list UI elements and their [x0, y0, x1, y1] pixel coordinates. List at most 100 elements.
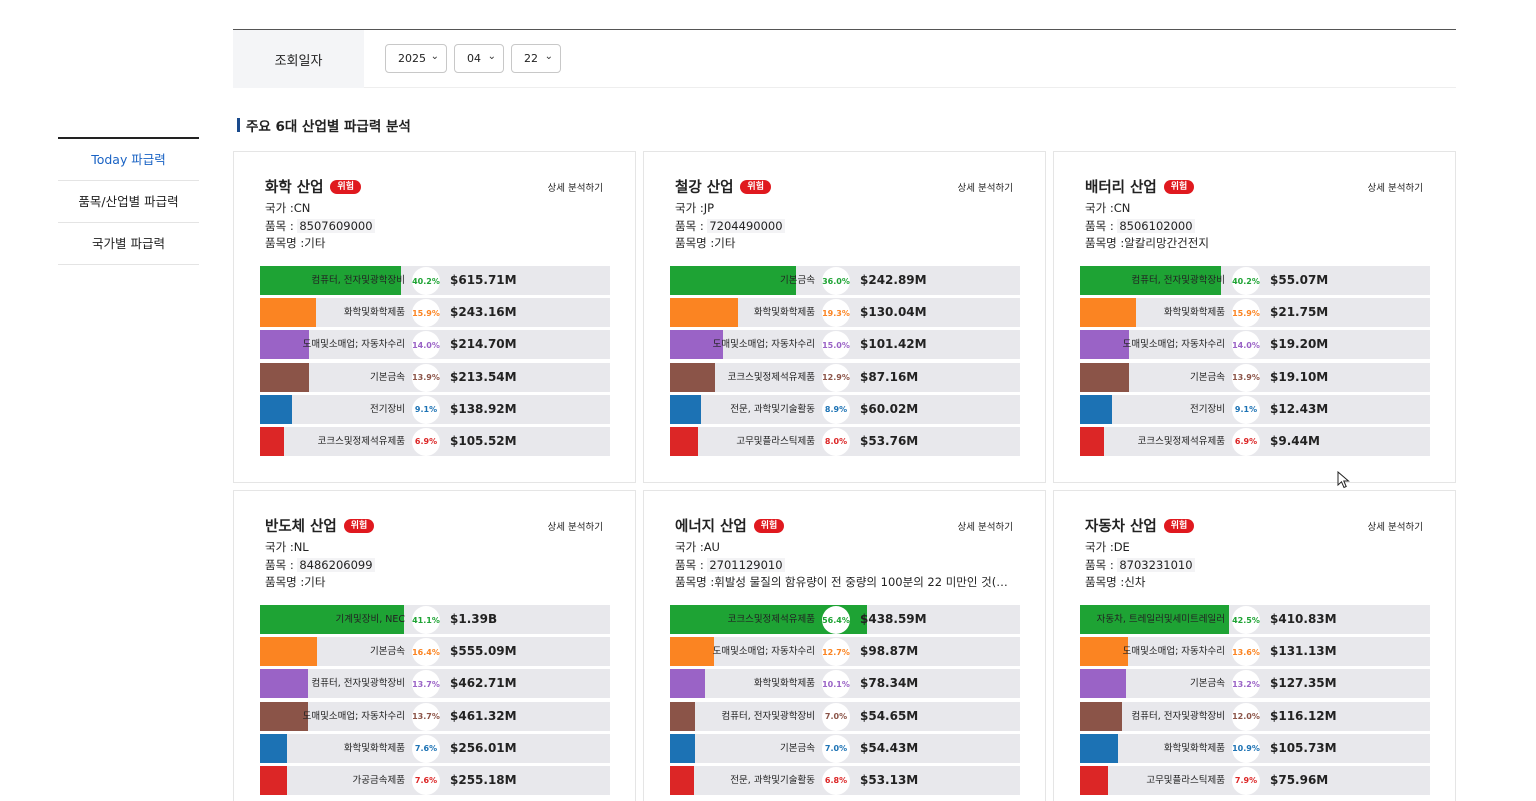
- impact-industry-label: 컴퓨터, 전자및광학장비: [1131, 275, 1225, 286]
- impact-industry-label: 컴퓨터, 전자및광학장비: [721, 710, 815, 722]
- impact-share-percent: 41.1%: [412, 606, 440, 634]
- sidebar-item-country[interactable]: 국가별 파급력: [58, 223, 199, 265]
- impact-industry-label: 기본금속: [1190, 371, 1225, 383]
- impact-value: $75.96M: [1270, 772, 1329, 787]
- impact-share-percent: 7.9%: [1232, 766, 1260, 795]
- industry-impact-row: 컴퓨터, 전자및광학장비 40.2% $615.71M: [260, 266, 610, 295]
- impact-share-percent: 12.9%: [822, 363, 850, 392]
- impact-share-bar: [670, 637, 715, 667]
- industry-impact-row: 고무및플라스틱제품 8.0% $53.76M: [670, 426, 1020, 456]
- industry-card: 반도체 산업 위험 상세 분석하기 국가 :NL 품목 : 8486206099…: [233, 490, 636, 801]
- detail-analysis-link[interactable]: 상세 분석하기: [958, 519, 1013, 533]
- detail-analysis-link[interactable]: 상세 분석하기: [548, 180, 603, 194]
- risk-badge: 위험: [740, 179, 771, 194]
- country-text: 국가 :CN: [265, 201, 311, 215]
- impact-industry-label: 기본금속: [370, 371, 405, 383]
- industry-impact-row: 화학및화학제품 15.9% $21.75M: [1080, 298, 1430, 328]
- detail-analysis-link[interactable]: 상세 분석하기: [958, 180, 1013, 194]
- industry-impact-row: 컴퓨터, 전자및광학장비 7.0% $54.65M: [670, 701, 1020, 731]
- item-code-label: 품목 :: [1085, 218, 1114, 233]
- impact-share-bar: [1080, 701, 1122, 731]
- industry-impact-row: 코크스및정제석유제품 56.4% $438.59M: [670, 605, 1020, 634]
- impact-share-bar: [260, 362, 309, 392]
- impact-value: $87.16M: [860, 369, 919, 384]
- impact-share-bar: [260, 394, 292, 424]
- impact-share-bar: [1080, 733, 1119, 763]
- industry-card: 배터리 산업 위험 상세 분석하기 국가 :CN 품목 : 8506102000…: [1053, 151, 1456, 483]
- impact-value: $555.09M: [450, 644, 517, 659]
- impact-value: $53.76M: [860, 433, 919, 448]
- industry-impact-row: 기계및장비, NEC 41.1% $1.39B: [260, 605, 610, 634]
- impact-value: $12.43M: [1270, 401, 1329, 416]
- card-header: 자동차 산업 위험 상세 분석하기 국가 :DE 품목 : 8703231010…: [1085, 515, 1427, 592]
- sidebar-item-today[interactable]: Today 파급력: [58, 139, 199, 181]
- sidebar-item-item-industry[interactable]: 품목/산업별 파급력: [58, 181, 199, 223]
- impact-share-percent: 14.0%: [412, 331, 440, 360]
- date-filter-label: 조회일자: [233, 30, 364, 88]
- industry-impact-row: 가공금속제품 7.6% $255.18M: [260, 765, 610, 795]
- card-header: 반도체 산업 위험 상세 분석하기 국가 :NL 품목 : 8486206099…: [265, 515, 607, 592]
- impact-bar-list: 기계및장비, NEC 41.1% $1.39B 기본금속 16.4% $555.…: [260, 605, 610, 798]
- impact-value: $116.12M: [1270, 708, 1337, 723]
- industry-impact-row: 화학및화학제품 15.9% $243.16M: [260, 298, 610, 328]
- industry-impact-row: 도매및소매업; 자동차수리 12.7% $98.87M: [670, 637, 1020, 667]
- month-select[interactable]: 04 ⌄: [454, 44, 504, 73]
- item-code-label: 품목 :: [675, 557, 704, 572]
- impact-share-bar: [670, 394, 702, 424]
- impact-industry-label: 화학및화학제품: [753, 678, 815, 690]
- industry-impact-row: 기본금속 16.4% $555.09M: [260, 637, 610, 667]
- section-title-text: 주요 6대 산업별 파급력 분석: [246, 119, 411, 135]
- impact-share-percent: 10.9%: [1232, 734, 1260, 763]
- item-code-line: 품목 : 2701129010: [675, 557, 1017, 575]
- industry-impact-row: 고무및플라스틱제품 7.9% $75.96M: [1080, 765, 1430, 795]
- item-name-text: 품목명 :신차: [1085, 575, 1146, 589]
- impact-value: $438.59M: [860, 612, 927, 626]
- impact-share-bar: [260, 765, 287, 795]
- day-select[interactable]: 22 ⌄: [511, 44, 561, 73]
- impact-industry-label: 자동차, 트레일러및세미트레일러: [1096, 614, 1225, 625]
- impact-value: $101.42M: [860, 337, 927, 352]
- industry-impact-row: 화학및화학제품 19.3% $130.04M: [670, 298, 1020, 328]
- impact-industry-label: 도매및소매업; 자동차수리: [1122, 339, 1225, 351]
- detail-analysis-link[interactable]: 상세 분석하기: [1368, 519, 1423, 533]
- impact-share-percent: 15.9%: [412, 299, 440, 328]
- impact-share-bar: [670, 733, 695, 763]
- impact-share-bar: [1080, 426, 1105, 456]
- impact-industry-label: 화학및화학제품: [753, 307, 815, 319]
- section-title: 주요 6대 산업별 파급력 분석: [237, 116, 411, 135]
- detail-analysis-link[interactable]: 상세 분석하기: [1368, 180, 1423, 194]
- item-name-text: 품목명 :기타: [265, 575, 326, 589]
- impact-share-percent: 7.0%: [822, 734, 850, 763]
- item-name-text: 품목명 :휘발성 물질의 함유량이 전 중량의 100분의 22 미만인 것(건…: [675, 575, 1017, 589]
- industry-title: 철강 산업: [675, 180, 734, 196]
- impact-value: $127.35M: [1270, 676, 1337, 691]
- detail-analysis-link[interactable]: 상세 분석하기: [548, 519, 603, 533]
- country-text: 국가 :JP: [675, 201, 715, 215]
- impact-share-bar: [260, 426, 285, 456]
- impact-industry-label: 컴퓨터, 전자및광학장비: [1131, 710, 1225, 722]
- section-title-bar: [237, 118, 240, 132]
- item-code-line: 품목 : 8506102000: [1085, 218, 1427, 236]
- impact-bar-list: 컴퓨터, 전자및광학장비 40.2% $615.71M 화학및화학제품 15.9…: [260, 266, 610, 459]
- year-select[interactable]: 2025 ⌄: [385, 44, 447, 73]
- impact-value: $410.83M: [1270, 612, 1337, 626]
- impact-share-percent: 7.6%: [412, 734, 440, 763]
- impact-value: $98.87M: [860, 644, 919, 659]
- industry-impact-row: 코크스및정제석유제품 6.9% $105.52M: [260, 426, 610, 456]
- impact-value: $105.52M: [450, 433, 517, 448]
- impact-industry-label: 전문, 과학및기술활동: [730, 403, 815, 415]
- impact-industry-label: 기본금속: [1190, 678, 1225, 690]
- impact-share-bar: [260, 701, 308, 731]
- month-select-value: 04: [467, 52, 481, 65]
- impact-value: $138.92M: [450, 401, 517, 416]
- industry-impact-row: 기본금속 7.0% $54.43M: [670, 733, 1020, 763]
- impact-share-percent: 7.6%: [412, 766, 440, 795]
- impact-share-bar: [670, 362, 716, 392]
- impact-share-percent: 40.2%: [412, 267, 440, 295]
- industry-impact-row: 도매및소매업; 자동차수리 15.0% $101.42M: [670, 330, 1020, 360]
- impact-share-bar: [1080, 394, 1112, 424]
- impact-value: $105.73M: [1270, 740, 1337, 755]
- impact-share-percent: 13.6%: [1232, 638, 1260, 667]
- item-code-line: 품목 : 7204490000: [675, 218, 1017, 236]
- impact-industry-label: 코크스및정제석유제품: [727, 371, 815, 383]
